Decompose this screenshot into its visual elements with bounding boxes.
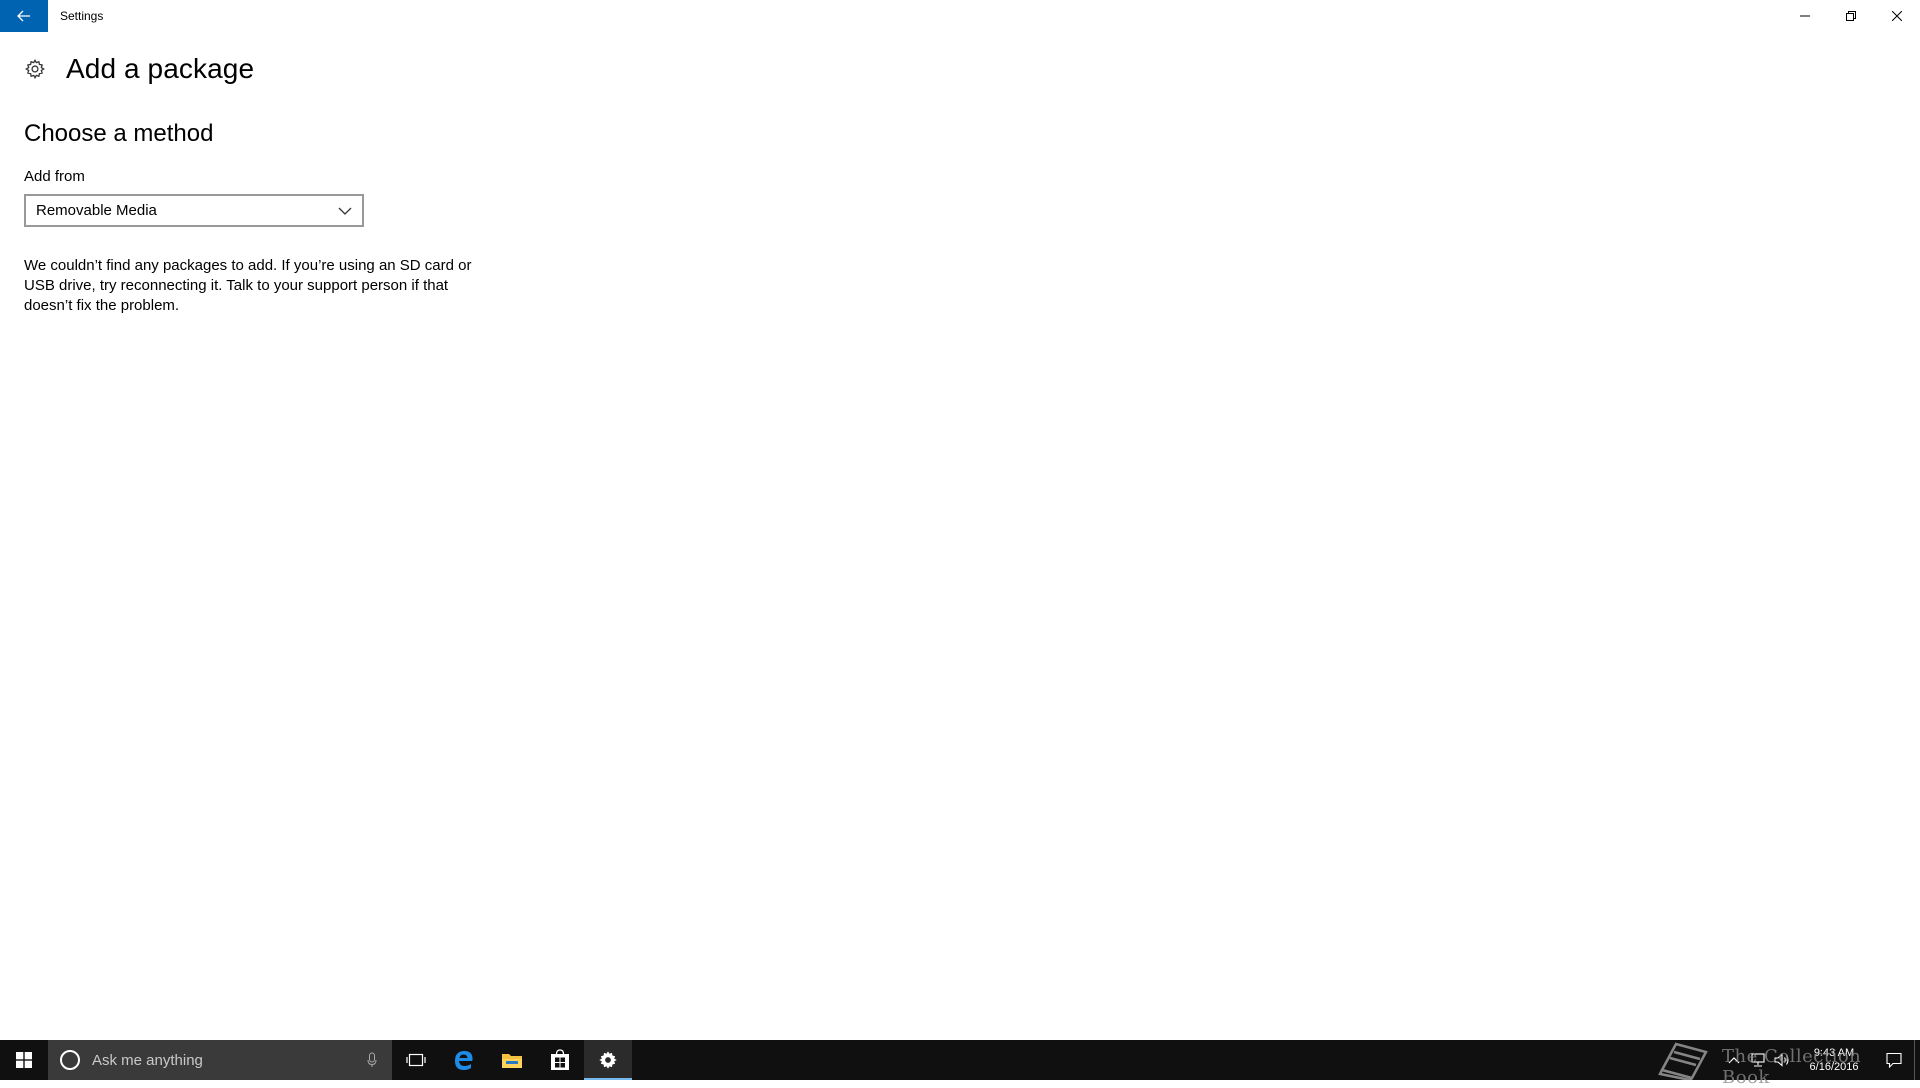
minimize-button[interactable]: [1782, 0, 1828, 32]
title-bar: Settings: [0, 0, 1920, 32]
store-button[interactable]: [536, 1040, 584, 1080]
back-button[interactable]: [0, 0, 48, 32]
show-desktop-button[interactable]: [1914, 1040, 1920, 1080]
clock-time: 9:43 AM: [1813, 1047, 1855, 1059]
task-view-button[interactable]: [392, 1040, 440, 1080]
taskbar: Ask me anything 9:43 AM 6/16/2016 The Co…: [0, 1040, 1920, 1088]
store-icon: [551, 1049, 569, 1070]
edge-button[interactable]: [440, 1040, 488, 1080]
add-from-selected-value: Removable Media: [36, 202, 157, 219]
close-icon: [1892, 11, 1902, 21]
volume-button[interactable]: [1770, 1040, 1794, 1080]
task-view-icon: [406, 1053, 426, 1067]
gear-icon: [25, 58, 45, 80]
clock[interactable]: 9:43 AM 6/16/2016: [1794, 1040, 1874, 1080]
network-button[interactable]: [1746, 1040, 1770, 1080]
volume-icon: [1774, 1053, 1789, 1067]
clock-date: 6/16/2016: [1809, 1061, 1859, 1073]
minimize-icon: [1800, 15, 1810, 17]
settings-taskbar-button[interactable]: [584, 1040, 632, 1080]
caption-buttons: [1782, 0, 1920, 32]
notification-icon: [1886, 1052, 1902, 1068]
edge-icon: [455, 1051, 473, 1070]
close-button[interactable]: [1874, 0, 1920, 32]
settings-window: Settings Add a package Choose a method A…: [0, 0, 1920, 1040]
back-arrow-icon: [17, 10, 30, 22]
restore-button[interactable]: [1828, 0, 1874, 32]
start-button[interactable]: [0, 1040, 48, 1080]
file-explorer-button[interactable]: [488, 1040, 536, 1080]
search-box[interactable]: Ask me anything: [48, 1040, 392, 1080]
book-logo-icon: [1658, 1042, 1708, 1080]
search-placeholder: Ask me anything: [92, 1051, 203, 1069]
cortana-icon: [60, 1050, 80, 1070]
restore-icon: [1846, 11, 1856, 21]
network-icon: [1751, 1053, 1765, 1067]
app-title: Settings: [60, 9, 104, 23]
system-tray: 9:43 AM 6/16/2016 The Collection Book: [1658, 1040, 1920, 1088]
chevron-down-icon: [338, 207, 352, 215]
windows-logo-icon: [16, 1052, 32, 1068]
show-hidden-icons-button[interactable]: [1722, 1040, 1746, 1080]
add-from-label: Add from: [24, 168, 85, 185]
microphone-icon: [367, 1052, 377, 1067]
no-packages-message: We couldn’t find any packages to add. If…: [24, 257, 472, 314]
microphone-button[interactable]: [352, 1052, 392, 1068]
add-from-dropdown[interactable]: Removable Media: [24, 194, 364, 227]
action-center-button[interactable]: [1874, 1040, 1914, 1080]
chevron-up-icon: [1728, 1057, 1740, 1064]
section-title: Choose a method: [24, 120, 214, 147]
page-title: Add a package: [66, 53, 255, 84]
folder-icon: [502, 1054, 522, 1068]
settings-gear-icon: [599, 1051, 617, 1069]
page-header: Add a package: [24, 53, 254, 85]
